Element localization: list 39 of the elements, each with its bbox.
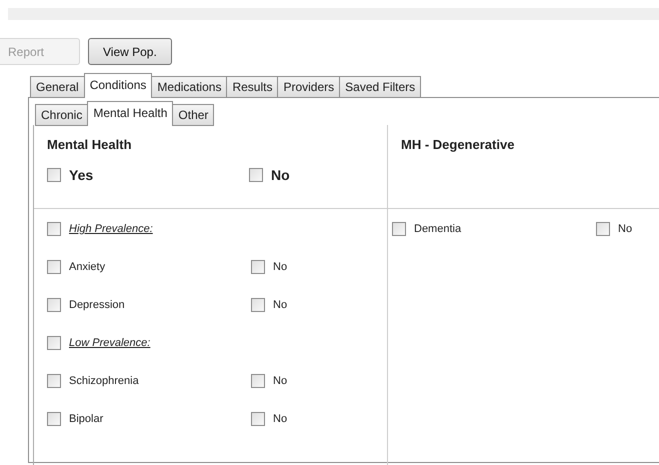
condition-label: Bipolar <box>69 413 104 425</box>
tab[interactable]: Medications <box>151 76 228 98</box>
checkbox[interactable] <box>47 412 61 426</box>
checkbox[interactable] <box>47 298 61 312</box>
checkbox-label: No <box>273 413 288 425</box>
section-title: Mental Health <box>47 137 133 154</box>
checkbox[interactable] <box>47 374 61 388</box>
tab[interactable]: Providers <box>277 76 340 98</box>
checkbox[interactable] <box>392 222 406 236</box>
view-pop-button[interactable]: View Pop. <box>88 38 172 65</box>
checkbox-label: No <box>273 375 288 387</box>
checkbox-label: No <box>273 261 288 273</box>
category-label: Low Prevalence: <box>69 337 150 349</box>
category-label: High Prevalence: <box>69 223 153 235</box>
section-title: MH - Degenerative <box>401 137 516 154</box>
checkbox[interactable] <box>249 168 263 182</box>
tab[interactable]: Conditions <box>84 73 152 98</box>
checkbox[interactable] <box>47 336 61 350</box>
tab[interactable]: General <box>30 76 85 98</box>
condition-label: Dementia <box>414 223 462 235</box>
subtab[interactable]: Other <box>172 104 214 126</box>
checkbox[interactable] <box>47 168 61 182</box>
subtab[interactable]: Chronic <box>35 104 88 126</box>
checkbox[interactable] <box>251 298 265 312</box>
checkbox-label: No <box>618 223 632 235</box>
checkbox[interactable] <box>251 374 265 388</box>
checkbox[interactable] <box>251 260 265 274</box>
checkbox[interactable] <box>47 222 61 236</box>
tab[interactable]: Saved Filters <box>339 76 422 98</box>
checkbox-label: No <box>273 299 288 311</box>
checkbox[interactable] <box>251 412 265 426</box>
condition-label: Anxiety <box>69 261 106 273</box>
checkbox-label: Yes <box>69 167 94 183</box>
checkbox-label: No <box>271 167 290 183</box>
condition-label: Schizophrenia <box>69 375 139 387</box>
condition-label: Depression <box>69 299 125 311</box>
checkbox[interactable] <box>47 260 61 274</box>
checkbox[interactable] <box>596 222 610 236</box>
tab[interactable]: Results <box>226 76 278 98</box>
